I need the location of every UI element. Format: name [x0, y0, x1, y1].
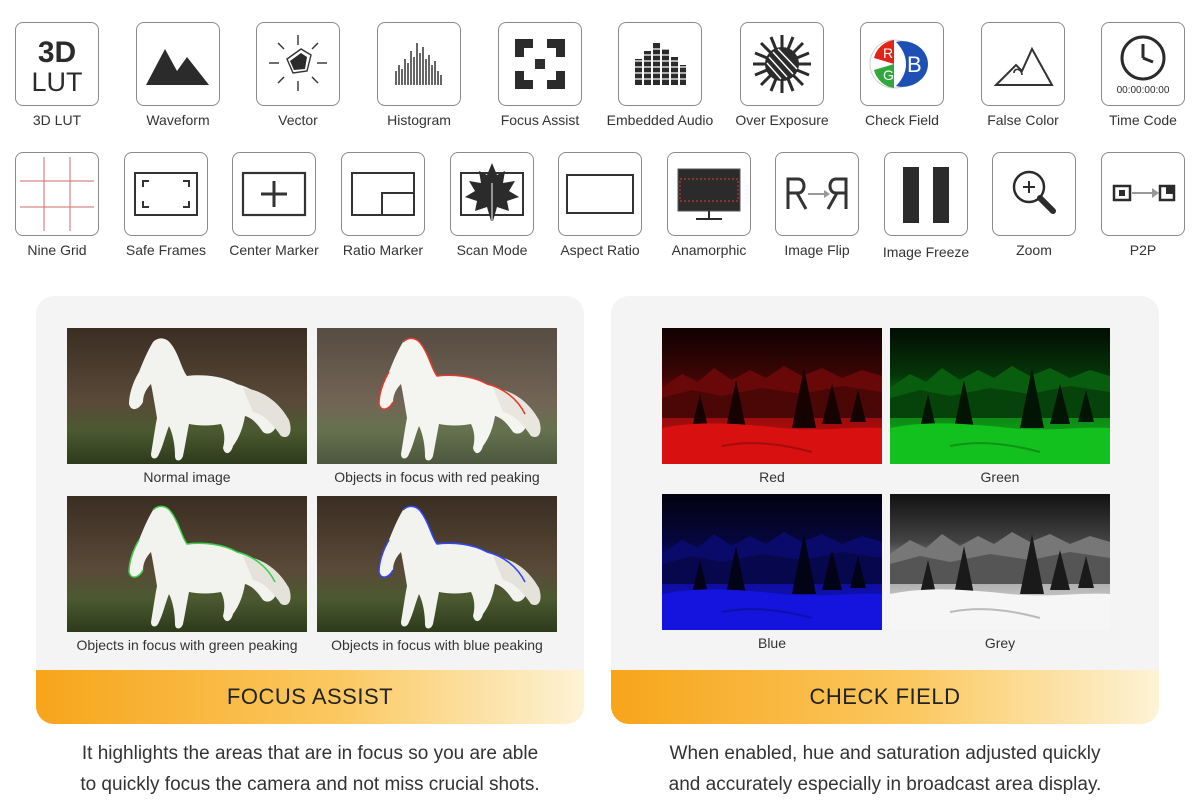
focus-assist-icon — [498, 22, 582, 106]
feature-image-freeze[interactable]: Image Freeze — [866, 152, 986, 260]
feature-center-marker[interactable]: Center Marker — [214, 152, 334, 258]
check-image-red: Red — [662, 328, 882, 485]
feature-label: Scan Mode — [456, 242, 528, 258]
feature-label: Over Exposure — [735, 112, 829, 128]
embedded-audio-icon — [618, 22, 702, 106]
feature-label: Nine Grid — [27, 242, 87, 258]
lut-top-text: 3D — [38, 36, 76, 69]
feature-focus-assist[interactable]: Focus Assist — [480, 22, 600, 128]
focus-assist-panel: Normal image Objects in focus with red p… — [36, 296, 584, 724]
feature-label: P2P — [1129, 242, 1157, 258]
image-caption: Objects in focus with red peaking — [334, 469, 540, 485]
feature-ratio-marker[interactable]: Ratio Marker — [323, 152, 443, 258]
feature-label: Center Marker — [229, 242, 319, 258]
check-g-text: G — [883, 67, 894, 83]
focus-image-red-peaking: Objects in focus with red peaking — [317, 328, 557, 485]
time-code-icon: 00:00:00:00 — [1101, 22, 1185, 106]
check-image-grey: Grey — [890, 494, 1110, 651]
feature-label: Focus Assist — [500, 112, 580, 128]
feature-time-code[interactable]: 00:00:00:00 Time Code — [1083, 22, 1200, 128]
feature-embedded-audio[interactable]: Embedded Audio — [600, 22, 720, 128]
check-b-text: B — [907, 52, 922, 77]
check-image-blue: Blue — [662, 494, 882, 651]
image-caption: Objects in focus with green peaking — [76, 637, 298, 653]
center-marker-icon — [232, 152, 316, 236]
check-r-text: R — [883, 45, 893, 61]
feature-waveform[interactable]: Waveform — [118, 22, 238, 128]
feature-check-field[interactable]: R G B Check Field — [842, 22, 962, 128]
over-exposure-icon — [740, 22, 824, 106]
feature-label: Embedded Audio — [606, 112, 714, 128]
feature-label: Histogram — [387, 112, 451, 128]
focus-image-blue-peaking: Objects in focus with blue peaking — [317, 496, 557, 653]
focus-assist-description: It highlights the areas that are in focu… — [36, 738, 584, 800]
focus-image-normal: Normal image — [67, 328, 307, 485]
feature-scan-mode[interactable]: Scan Mode — [432, 152, 552, 258]
description-line: When enabled, hue and saturation adjuste… — [669, 743, 1101, 764]
vector-icon — [256, 22, 340, 106]
feature-anamorphic[interactable]: Anamorphic — [649, 152, 769, 258]
feature-label: Safe Frames — [125, 242, 207, 258]
check-field-title: CHECK FIELD — [611, 670, 1159, 724]
3d-lut-icon: 3D LUT — [15, 22, 99, 106]
feature-image-flip[interactable]: Image Flip — [757, 152, 877, 258]
timecode-text: 00:00:00:00 — [1117, 85, 1170, 96]
feature-label: 3D LUT — [32, 112, 82, 128]
description-line: and accurately especially in broadcast a… — [668, 774, 1102, 795]
focus-assist-title: FOCUS ASSIST — [36, 670, 584, 724]
image-caption: Blue — [757, 635, 787, 651]
feature-label: Anamorphic — [671, 242, 747, 258]
aspect-ratio-icon — [558, 152, 642, 236]
feature-label: Image Freeze — [882, 244, 970, 260]
waveform-icon — [136, 22, 220, 106]
image-caption: Red — [759, 469, 785, 485]
zoom-icon — [992, 152, 1076, 236]
safe-frames-icon — [124, 152, 208, 236]
feature-label: False Color — [987, 112, 1059, 128]
feature-label: Zoom — [1016, 242, 1052, 258]
feature-p2p[interactable]: P2P — [1083, 152, 1200, 258]
feature-safe-frames[interactable]: Safe Frames — [106, 152, 226, 258]
feature-label: Time Code — [1109, 112, 1177, 128]
feature-nine-grid[interactable]: Nine Grid — [0, 152, 117, 258]
image-caption: Normal image — [143, 469, 231, 485]
image-freeze-icon — [884, 152, 968, 236]
feature-label: Check Field — [865, 112, 939, 128]
image-caption: Grey — [984, 635, 1016, 651]
check-field-description: When enabled, hue and saturation adjuste… — [611, 738, 1159, 800]
ratio-marker-icon — [341, 152, 425, 236]
feature-label: Waveform — [146, 112, 210, 128]
check-field-panel: Red Green Blue Grey CHECK FIELD — [611, 296, 1159, 724]
feature-histogram[interactable]: Histogram — [359, 22, 479, 128]
check-field-icon: R G B — [860, 22, 944, 106]
check-image-green: Green — [890, 328, 1110, 485]
anamorphic-icon — [667, 152, 751, 236]
lut-bottom-text: LUT — [31, 67, 82, 97]
feature-false-color[interactable]: False Color — [963, 22, 1083, 128]
feature-3d-lut[interactable]: 3D LUT 3D LUT — [0, 22, 117, 128]
scan-mode-icon — [450, 152, 534, 236]
description-line: to quickly focus the camera and not miss… — [80, 774, 540, 795]
p2p-icon — [1101, 152, 1185, 236]
feature-zoom[interactable]: Zoom — [974, 152, 1094, 258]
image-flip-icon — [775, 152, 859, 236]
feature-vector[interactable]: Vector — [238, 22, 358, 128]
feature-label: Vector — [278, 112, 318, 128]
feature-label: Image Flip — [784, 242, 850, 258]
feature-over-exposure[interactable]: Over Exposure — [722, 22, 842, 128]
image-caption: Green — [980, 469, 1020, 485]
nine-grid-icon — [15, 152, 99, 236]
description-line: It highlights the areas that are in focu… — [81, 743, 539, 764]
histogram-icon — [377, 22, 461, 106]
feature-aspect-ratio[interactable]: Aspect Ratio — [540, 152, 660, 258]
focus-image-green-peaking: Objects in focus with green peaking — [67, 496, 307, 653]
image-caption: Objects in focus with blue peaking — [331, 637, 543, 653]
feature-label: Ratio Marker — [342, 242, 424, 258]
feature-label: Aspect Ratio — [560, 242, 640, 258]
false-color-icon — [981, 22, 1065, 106]
